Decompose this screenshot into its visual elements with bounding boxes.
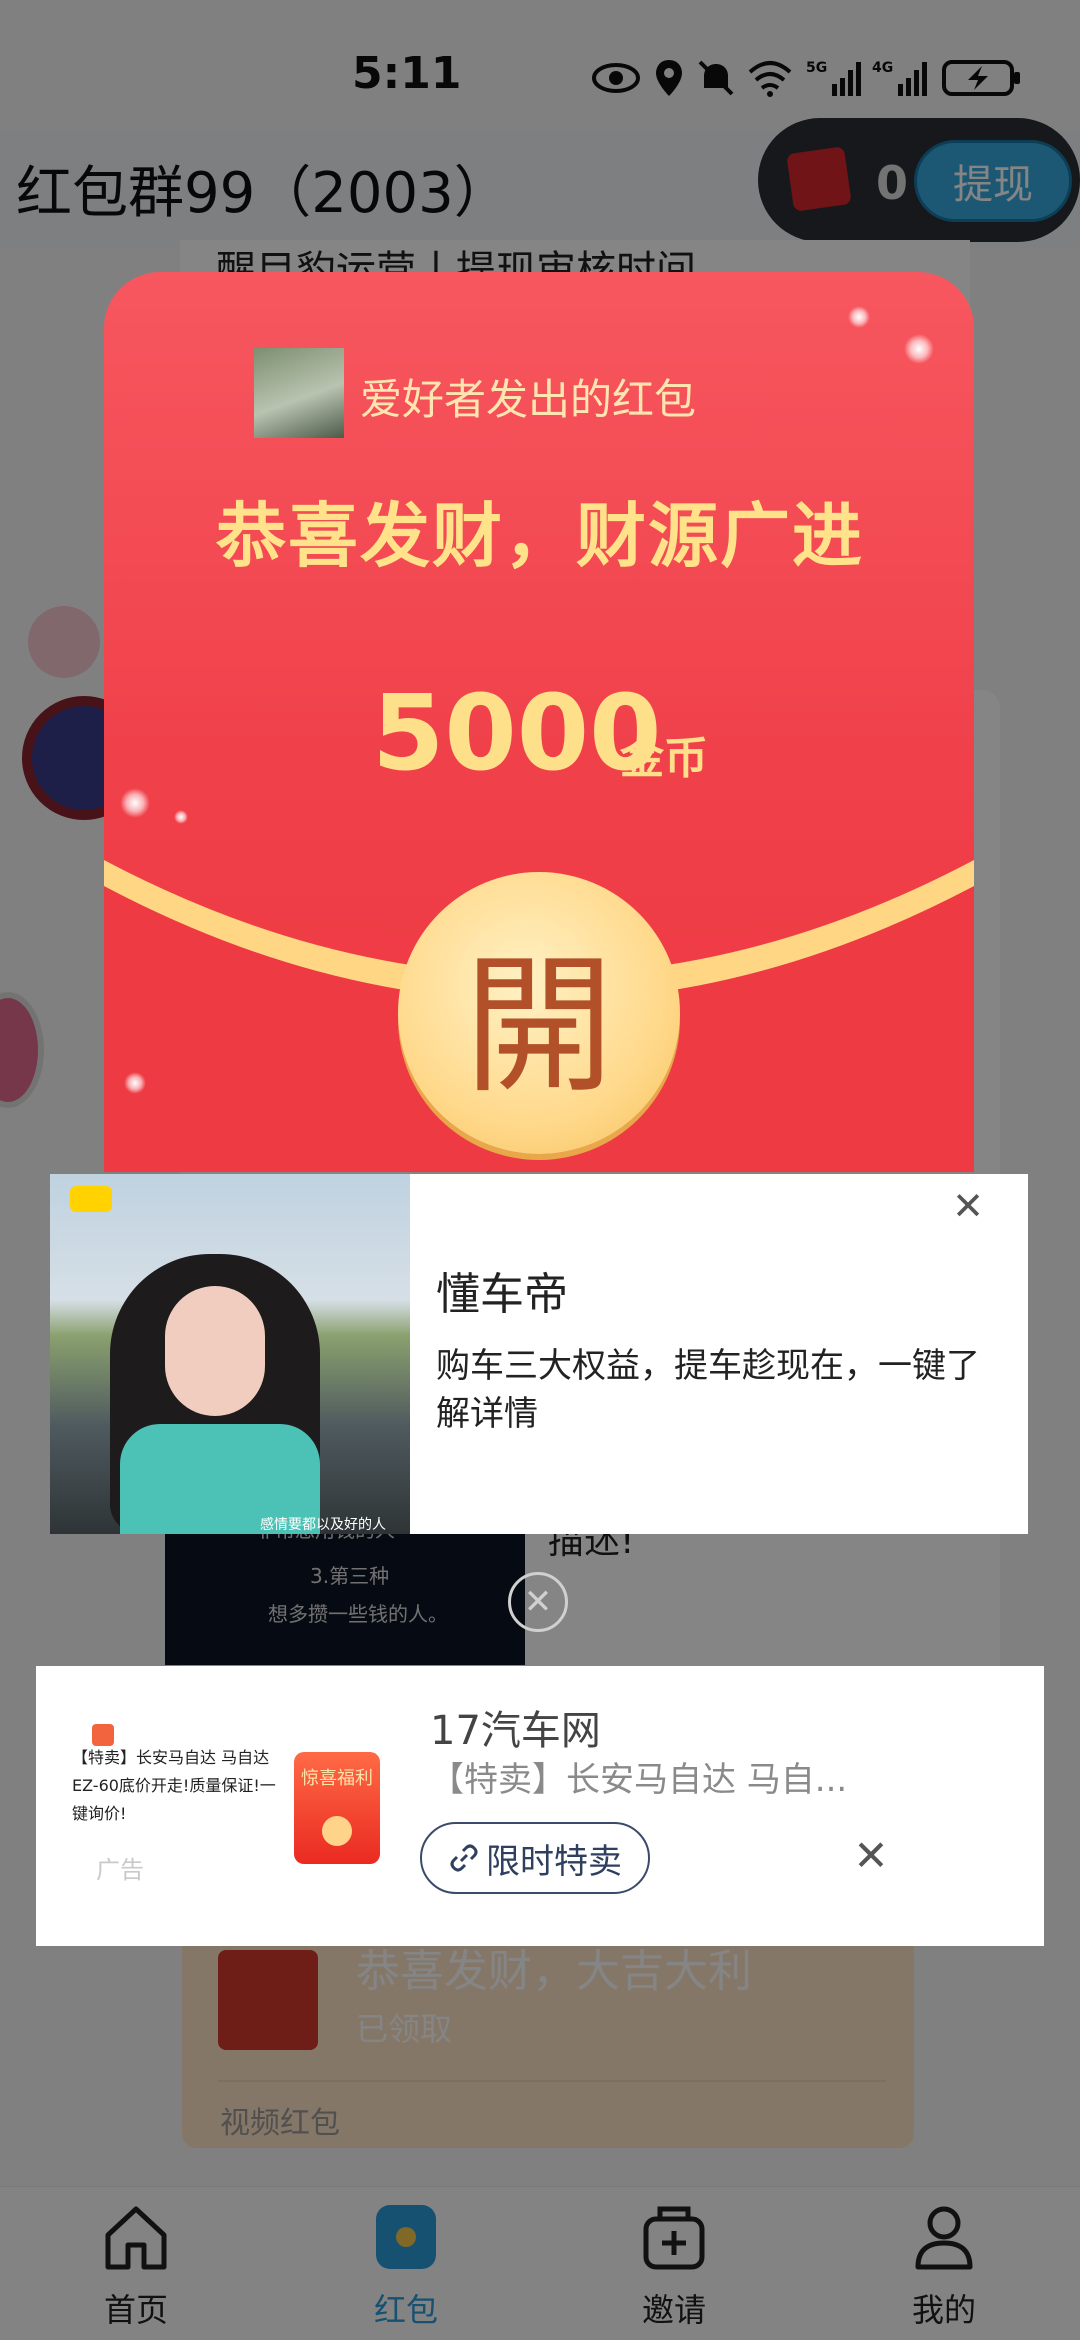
- ad-thumbnail-text: 【特卖】长安马自达 马自达EZ-60底价开走!质量保证!一键询价!: [72, 1748, 276, 1823]
- envelope-amount-unit: 金币: [620, 733, 708, 784]
- close-icon[interactable]: ✕: [948, 1184, 988, 1228]
- ad-logo-icon: [92, 1724, 114, 1746]
- ad-env-text: 惊喜福利: [301, 1768, 373, 1789]
- sparkle: [174, 810, 188, 824]
- ad-label: 广告: [96, 1856, 144, 1884]
- button-label: 限时特卖: [486, 1841, 622, 1882]
- ad-title: 【特卖】长安马自达 马自...: [430, 1760, 848, 1800]
- ad-banner-dongchedi[interactable]: 感情要都以及好的人 ✕ 懂车帝 购车三大权益，提车趁现在，一键了解详情: [50, 1174, 1028, 1534]
- ad-person: [165, 1286, 265, 1416]
- sender-avatar: [254, 348, 344, 438]
- envelope-amount: 5000: [372, 672, 662, 794]
- envelope-greeting: 恭喜发财，财源广进: [216, 495, 864, 577]
- sender-text: 爱好者发出的红包: [360, 375, 697, 424]
- coin-icon: [322, 1816, 352, 1846]
- ad-thumbnail[interactable]: 感情要都以及好的人: [50, 1174, 410, 1534]
- ad-badge-icon: [70, 1186, 112, 1212]
- close-icon[interactable]: ✕: [848, 1831, 894, 1880]
- sparkle: [904, 334, 934, 364]
- open-glyph: 開: [463, 939, 614, 1114]
- ad-description: 购车三大权益，提车趁现在，一键了解详情: [436, 1346, 980, 1434]
- sparkle: [120, 788, 150, 818]
- limited-sale-button[interactable]: 限时特卖: [420, 1822, 650, 1894]
- sparkle: [848, 306, 870, 328]
- ad-title: 懂车帝: [436, 1269, 568, 1320]
- ad-source-title: 17汽车网: [430, 1708, 601, 1754]
- link-icon: [450, 1844, 478, 1872]
- close-modal-button[interactable]: ✕: [508, 1572, 568, 1632]
- sparkle: [124, 1072, 146, 1094]
- ad-video-caption: 感情要都以及好的人: [260, 1517, 386, 1533]
- open-envelope-button[interactable]: 開: [398, 872, 680, 1154]
